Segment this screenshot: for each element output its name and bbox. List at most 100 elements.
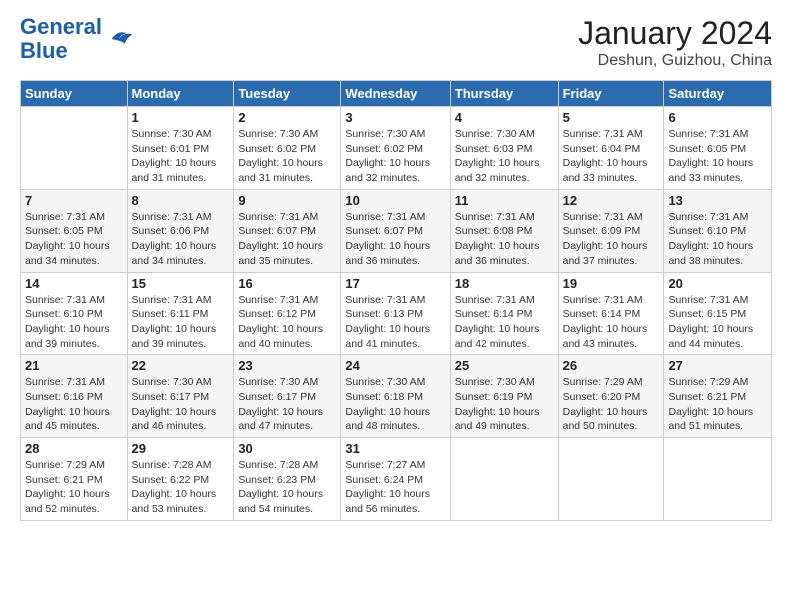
logo-text: General Blue	[20, 15, 102, 63]
day-info: Sunrise: 7:31 AMSunset: 6:08 PMDaylight:…	[455, 210, 554, 269]
day-info: Sunrise: 7:31 AMSunset: 6:14 PMDaylight:…	[563, 293, 660, 352]
logo-blue: Blue	[20, 38, 68, 63]
col-sunday: Sunday	[21, 81, 128, 107]
calendar-week-row: 21 Sunrise: 7:31 AMSunset: 6:16 PMDaylig…	[21, 355, 772, 438]
day-number: 11	[455, 193, 554, 208]
day-number: 20	[668, 276, 767, 291]
table-row: 23 Sunrise: 7:30 AMSunset: 6:17 PMDaylig…	[234, 355, 341, 438]
day-info: Sunrise: 7:31 AMSunset: 6:05 PMDaylight:…	[25, 210, 123, 269]
logo-general: General	[20, 14, 102, 39]
day-info: Sunrise: 7:31 AMSunset: 6:09 PMDaylight:…	[563, 210, 660, 269]
calendar-week-row: 28 Sunrise: 7:29 AMSunset: 6:21 PMDaylig…	[21, 438, 772, 521]
table-row: 22 Sunrise: 7:30 AMSunset: 6:17 PMDaylig…	[127, 355, 234, 438]
day-info: Sunrise: 7:31 AMSunset: 6:16 PMDaylight:…	[25, 375, 123, 434]
col-tuesday: Tuesday	[234, 81, 341, 107]
day-number: 17	[345, 276, 445, 291]
day-number: 2	[238, 110, 336, 125]
day-info: Sunrise: 7:28 AMSunset: 6:22 PMDaylight:…	[132, 458, 230, 517]
day-info: Sunrise: 7:29 AMSunset: 6:20 PMDaylight:…	[563, 375, 660, 434]
table-row	[558, 438, 664, 521]
page: General Blue January 2024 Deshun, Guizho…	[0, 0, 792, 612]
day-info: Sunrise: 7:30 AMSunset: 6:17 PMDaylight:…	[132, 375, 230, 434]
day-number: 30	[238, 441, 336, 456]
table-row: 14 Sunrise: 7:31 AMSunset: 6:10 PMDaylig…	[21, 272, 128, 355]
title-block: January 2024 Deshun, Guizhou, China	[578, 15, 772, 70]
table-row	[21, 107, 128, 190]
day-number: 27	[668, 358, 767, 373]
day-info: Sunrise: 7:30 AMSunset: 6:02 PMDaylight:…	[238, 127, 336, 186]
calendar-week-row: 14 Sunrise: 7:31 AMSunset: 6:10 PMDaylig…	[21, 272, 772, 355]
day-info: Sunrise: 7:31 AMSunset: 6:10 PMDaylight:…	[25, 293, 123, 352]
day-number: 9	[238, 193, 336, 208]
day-info: Sunrise: 7:30 AMSunset: 6:17 PMDaylight:…	[238, 375, 336, 434]
day-number: 23	[238, 358, 336, 373]
table-row: 30 Sunrise: 7:28 AMSunset: 6:23 PMDaylig…	[234, 438, 341, 521]
day-number: 5	[563, 110, 660, 125]
day-number: 10	[345, 193, 445, 208]
logo: General Blue	[20, 15, 134, 63]
table-row	[664, 438, 772, 521]
day-number: 1	[132, 110, 230, 125]
table-row: 17 Sunrise: 7:31 AMSunset: 6:13 PMDaylig…	[341, 272, 450, 355]
table-row: 13 Sunrise: 7:31 AMSunset: 6:10 PMDaylig…	[664, 189, 772, 272]
col-thursday: Thursday	[450, 81, 558, 107]
table-row: 15 Sunrise: 7:31 AMSunset: 6:11 PMDaylig…	[127, 272, 234, 355]
day-info: Sunrise: 7:31 AMSunset: 6:07 PMDaylight:…	[345, 210, 445, 269]
day-info: Sunrise: 7:31 AMSunset: 6:12 PMDaylight:…	[238, 293, 336, 352]
day-info: Sunrise: 7:30 AMSunset: 6:02 PMDaylight:…	[345, 127, 445, 186]
day-number: 14	[25, 276, 123, 291]
table-row: 28 Sunrise: 7:29 AMSunset: 6:21 PMDaylig…	[21, 438, 128, 521]
day-info: Sunrise: 7:30 AMSunset: 6:01 PMDaylight:…	[132, 127, 230, 186]
table-row	[450, 438, 558, 521]
table-row: 2 Sunrise: 7:30 AMSunset: 6:02 PMDayligh…	[234, 107, 341, 190]
logo-bird-icon	[104, 24, 134, 54]
day-number: 19	[563, 276, 660, 291]
day-number: 4	[455, 110, 554, 125]
day-number: 28	[25, 441, 123, 456]
day-number: 7	[25, 193, 123, 208]
day-info: Sunrise: 7:31 AMSunset: 6:15 PMDaylight:…	[668, 293, 767, 352]
day-info: Sunrise: 7:29 AMSunset: 6:21 PMDaylight:…	[25, 458, 123, 517]
table-row: 3 Sunrise: 7:30 AMSunset: 6:02 PMDayligh…	[341, 107, 450, 190]
col-wednesday: Wednesday	[341, 81, 450, 107]
table-row: 24 Sunrise: 7:30 AMSunset: 6:18 PMDaylig…	[341, 355, 450, 438]
day-number: 29	[132, 441, 230, 456]
day-number: 12	[563, 193, 660, 208]
day-info: Sunrise: 7:30 AMSunset: 6:18 PMDaylight:…	[345, 375, 445, 434]
day-number: 22	[132, 358, 230, 373]
day-number: 24	[345, 358, 445, 373]
table-row: 10 Sunrise: 7:31 AMSunset: 6:07 PMDaylig…	[341, 189, 450, 272]
day-info: Sunrise: 7:31 AMSunset: 6:04 PMDaylight:…	[563, 127, 660, 186]
table-row: 11 Sunrise: 7:31 AMSunset: 6:08 PMDaylig…	[450, 189, 558, 272]
table-row: 8 Sunrise: 7:31 AMSunset: 6:06 PMDayligh…	[127, 189, 234, 272]
day-info: Sunrise: 7:30 AMSunset: 6:03 PMDaylight:…	[455, 127, 554, 186]
day-info: Sunrise: 7:31 AMSunset: 6:11 PMDaylight:…	[132, 293, 230, 352]
day-info: Sunrise: 7:31 AMSunset: 6:10 PMDaylight:…	[668, 210, 767, 269]
table-row: 27 Sunrise: 7:29 AMSunset: 6:21 PMDaylig…	[664, 355, 772, 438]
table-row: 4 Sunrise: 7:30 AMSunset: 6:03 PMDayligh…	[450, 107, 558, 190]
table-row: 31 Sunrise: 7:27 AMSunset: 6:24 PMDaylig…	[341, 438, 450, 521]
day-number: 8	[132, 193, 230, 208]
table-row: 16 Sunrise: 7:31 AMSunset: 6:12 PMDaylig…	[234, 272, 341, 355]
day-info: Sunrise: 7:31 AMSunset: 6:07 PMDaylight:…	[238, 210, 336, 269]
table-row: 5 Sunrise: 7:31 AMSunset: 6:04 PMDayligh…	[558, 107, 664, 190]
day-info: Sunrise: 7:31 AMSunset: 6:13 PMDaylight:…	[345, 293, 445, 352]
day-number: 13	[668, 193, 767, 208]
table-row: 1 Sunrise: 7:30 AMSunset: 6:01 PMDayligh…	[127, 107, 234, 190]
table-row: 19 Sunrise: 7:31 AMSunset: 6:14 PMDaylig…	[558, 272, 664, 355]
table-row: 21 Sunrise: 7:31 AMSunset: 6:16 PMDaylig…	[21, 355, 128, 438]
table-row: 12 Sunrise: 7:31 AMSunset: 6:09 PMDaylig…	[558, 189, 664, 272]
day-number: 16	[238, 276, 336, 291]
day-info: Sunrise: 7:27 AMSunset: 6:24 PMDaylight:…	[345, 458, 445, 517]
header: General Blue January 2024 Deshun, Guizho…	[20, 15, 772, 70]
day-info: Sunrise: 7:31 AMSunset: 6:06 PMDaylight:…	[132, 210, 230, 269]
day-info: Sunrise: 7:31 AMSunset: 6:05 PMDaylight:…	[668, 127, 767, 186]
calendar-header-row: Sunday Monday Tuesday Wednesday Thursday…	[21, 81, 772, 107]
calendar-subtitle: Deshun, Guizhou, China	[578, 52, 772, 70]
day-number: 26	[563, 358, 660, 373]
table-row: 9 Sunrise: 7:31 AMSunset: 6:07 PMDayligh…	[234, 189, 341, 272]
table-row: 6 Sunrise: 7:31 AMSunset: 6:05 PMDayligh…	[664, 107, 772, 190]
day-info: Sunrise: 7:28 AMSunset: 6:23 PMDaylight:…	[238, 458, 336, 517]
day-number: 15	[132, 276, 230, 291]
day-number: 31	[345, 441, 445, 456]
